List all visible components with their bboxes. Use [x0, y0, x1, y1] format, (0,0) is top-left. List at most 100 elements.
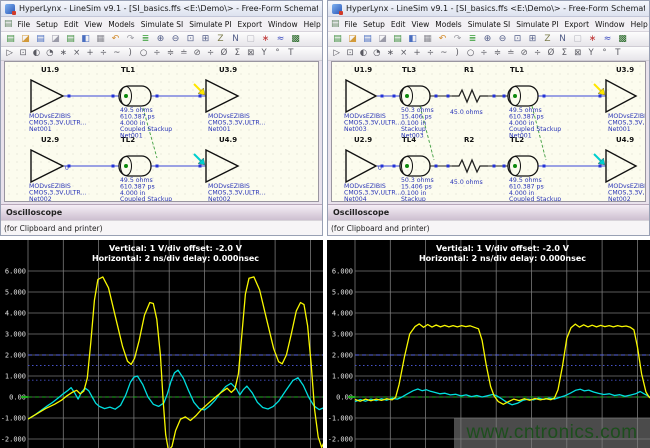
toolbar1-button-0[interactable]: ▤ [3, 33, 18, 46]
toolbar2-button-20[interactable]: ° [271, 47, 284, 60]
toolbar2-button-19[interactable]: Y [584, 47, 597, 60]
toolbar1-button-16[interactable]: ▢ [570, 33, 585, 46]
toolbar2-button-8[interactable]: ~ [437, 47, 450, 60]
oscilloscope-panel-header[interactable]: Oscilloscope [1, 204, 322, 220]
toolbar2-button-1[interactable]: ⊡ [16, 47, 29, 60]
toolbar2-button-3[interactable]: ◔ [43, 47, 56, 60]
toolbar1-button-3[interactable]: ◪ [48, 33, 63, 46]
toolbar1-button-8[interactable]: ↷ [123, 33, 138, 46]
oscilloscope-screen-right[interactable]: 6.0005.0004.0003.0002.0001.0000.00-1.000… [327, 240, 650, 448]
toolbar1-button-19[interactable]: ▩ [615, 33, 630, 46]
transmission-line-TL1[interactable] [119, 86, 151, 106]
toolbar2-button-11[interactable]: ÷ [477, 47, 490, 60]
toolbar2-button-9[interactable]: ) [451, 47, 464, 60]
toolbar1-button-7[interactable]: ↶ [435, 33, 450, 46]
toolbar1-button-13[interactable]: ⊞ [198, 33, 213, 46]
menu-simulate-pi[interactable]: Simulate PI [513, 20, 561, 29]
menu-models[interactable]: Models [105, 20, 137, 29]
menu-view[interactable]: View [81, 20, 105, 29]
menu-window[interactable]: Window [265, 20, 301, 29]
menu-help[interactable]: Help [301, 20, 324, 29]
toolbar2-button-4[interactable]: ∗ [384, 47, 397, 60]
toolbar1-button-16[interactable]: ▢ [243, 33, 258, 46]
transmission-line-TL2[interactable] [508, 156, 538, 176]
toolbar2-button-4[interactable]: ∗ [57, 47, 70, 60]
toolbar1-button-1[interactable]: ◪ [345, 33, 360, 46]
menu-simulate-si[interactable]: Simulate SI [138, 20, 187, 29]
ic-buffer-U4.9[interactable] [206, 150, 238, 182]
toolbar2-button-12[interactable]: ≑ [491, 47, 504, 60]
toolbar2-button-5[interactable]: × [397, 47, 410, 60]
menu-view[interactable]: View [408, 20, 432, 29]
toolbar2-button-0[interactable]: ▷ [330, 47, 343, 60]
ic-buffer-U3.9[interactable] [206, 80, 238, 112]
toolbar1-button-15[interactable]: N [555, 33, 570, 46]
menu-file[interactable]: File [342, 20, 361, 29]
toolbar2-button-21[interactable]: T [611, 47, 624, 60]
schematic-canvas[interactable]: U1.9TL1U3.9U2.9TL2U4.9MODvsEZIBISCMOS,3.… [4, 61, 319, 202]
toolbar1-button-15[interactable]: N [228, 33, 243, 46]
toolbar1-button-14[interactable]: Z [540, 33, 555, 46]
resistor-R2[interactable] [452, 160, 488, 172]
ic-buffer-U4.9[interactable] [606, 150, 636, 182]
oscilloscope-panel-header[interactable]: Oscilloscope [328, 204, 649, 220]
toolbar2-button-5[interactable]: × [70, 47, 83, 60]
menu-export[interactable]: Export [561, 20, 592, 29]
ic-buffer-U1.9[interactable] [346, 80, 376, 112]
toolbar1-button-6[interactable]: ▦ [420, 33, 435, 46]
schematic-canvas[interactable]: U1.9TL3R1TL1U3.9U2.9TL4R2TL2U4.9MODvsEZI… [331, 61, 646, 202]
transmission-line-TL4[interactable] [400, 156, 430, 176]
toolbar2-button-18[interactable]: ⊠ [244, 47, 257, 60]
ic-buffer-U2.9[interactable] [31, 150, 63, 182]
toolbar2-button-13[interactable]: ≐ [177, 47, 190, 60]
toolbar1-button-11[interactable]: ⊖ [495, 33, 510, 46]
resistor-R1[interactable] [452, 90, 488, 102]
ic-buffer-U3.9[interactable] [606, 80, 636, 112]
toolbar2-button-17[interactable]: Σ [558, 47, 571, 60]
toolbar1-button-5[interactable]: ◧ [78, 33, 93, 46]
toolbar2-button-15[interactable]: ÷ [204, 47, 217, 60]
toolbar2-button-9[interactable]: ) [124, 47, 137, 60]
toolbar1-button-12[interactable]: ⊡ [183, 33, 198, 46]
toolbar2-button-14[interactable]: ⊘ [190, 47, 203, 60]
toolbar1-button-4[interactable]: ▤ [390, 33, 405, 46]
toolbar2-button-7[interactable]: ÷ [97, 47, 110, 60]
menu-simulate-si[interactable]: Simulate SI [465, 20, 514, 29]
menu-simulate-pi[interactable]: Simulate PI [186, 20, 234, 29]
toolbar2-button-2[interactable]: ◐ [30, 47, 43, 60]
ic-buffer-U2.9[interactable] [346, 150, 376, 182]
toolbar2-button-6[interactable]: + [83, 47, 96, 60]
toolbar1-button-9[interactable]: ≣ [138, 33, 153, 46]
toolbar2-button-20[interactable]: ° [598, 47, 611, 60]
menu-help[interactable]: Help [628, 20, 650, 29]
menu-edit[interactable]: Edit [61, 20, 82, 29]
toolbar2-button-14[interactable]: ⊘ [517, 47, 530, 60]
oscilloscope-screen-left[interactable]: 6.0005.0004.0003.0002.0001.0000.00-1.000… [0, 240, 323, 448]
toolbar2-button-1[interactable]: ⊡ [343, 47, 356, 60]
toolbar1-button-18[interactable]: ≈ [600, 33, 615, 46]
toolbar1-button-10[interactable]: ⊕ [153, 33, 168, 46]
menu-setup[interactable]: Setup [33, 20, 61, 29]
toolbar1-button-14[interactable]: Z [213, 33, 228, 46]
toolbar1-button-6[interactable]: ▦ [93, 33, 108, 46]
toolbar1-button-7[interactable]: ↶ [108, 33, 123, 46]
toolbar2-button-16[interactable]: Ø [544, 47, 557, 60]
toolbar2-button-8[interactable]: ~ [110, 47, 123, 60]
mdi-document-icon[interactable]: ▤ [331, 18, 340, 30]
toolbar1-button-18[interactable]: ≈ [273, 33, 288, 46]
toolbar2-button-19[interactable]: Y [257, 47, 270, 60]
menu-models[interactable]: Models [432, 20, 464, 29]
toolbar2-button-21[interactable]: T [284, 47, 297, 60]
menu-file[interactable]: File [15, 20, 34, 29]
toolbar1-button-17[interactable]: ∗ [258, 33, 273, 46]
toolbar2-button-10[interactable]: ○ [137, 47, 150, 60]
toolbar1-button-12[interactable]: ⊡ [510, 33, 525, 46]
toolbar2-button-13[interactable]: ≐ [504, 47, 517, 60]
toolbar2-button-17[interactable]: Σ [231, 47, 244, 60]
toolbar1-button-17[interactable]: ∗ [585, 33, 600, 46]
mdi-document-icon[interactable]: ▤ [4, 18, 13, 30]
toolbar1-button-19[interactable]: ▩ [288, 33, 303, 46]
toolbar1-button-13[interactable]: ⊞ [525, 33, 540, 46]
menu-edit[interactable]: Edit [388, 20, 409, 29]
toolbar2-button-10[interactable]: ○ [464, 47, 477, 60]
